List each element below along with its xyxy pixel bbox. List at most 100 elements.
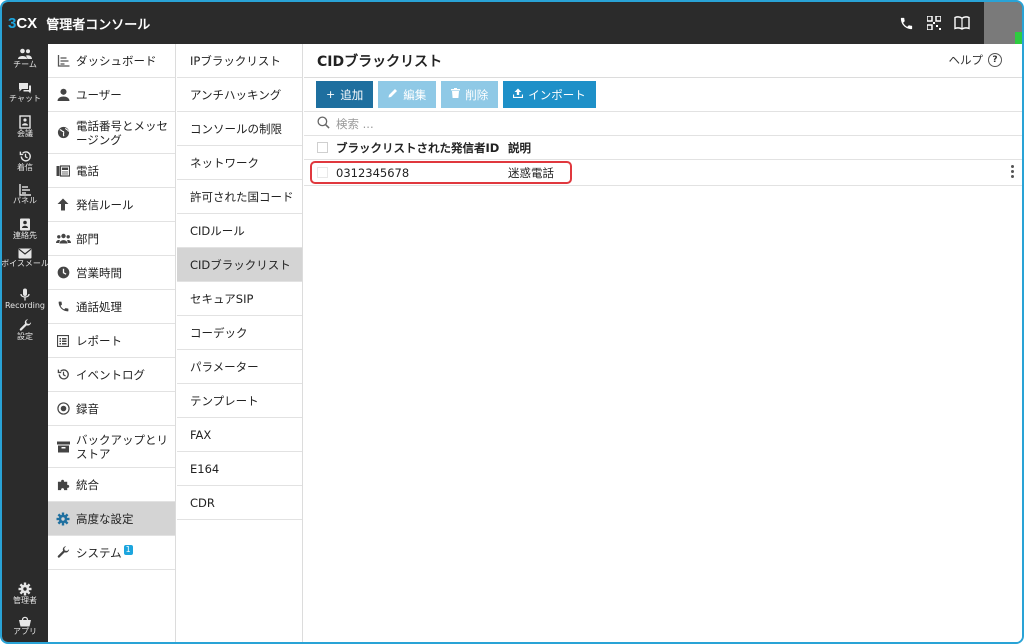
pencil-icon [388,88,398,101]
nav2-item-e164[interactable]: E164 [177,452,302,486]
clock-icon [55,265,71,281]
nav-primary: ダッシュボード ユーザー 電話番号とメッセージング 電話 発信ルール 部門 営業… [48,44,176,642]
nav2-item-allowed-country-codes[interactable]: 許可された国コード [177,180,302,214]
rail-item-voicemail[interactable]: ボイスメール [2,246,49,286]
app-frame: 3CX 管理者コンソール チーム チャット 会議 着信 パネル 連絡先 ボイスメ… [0,0,1024,644]
wrench-icon [19,319,31,331]
table-header: ブラックリストされた発信者ID 説明 [304,136,1022,160]
nav2-item-console-restrictions[interactable]: コンソールの制限 [177,112,302,146]
contacts-icon [20,218,30,231]
status-indicator [1015,32,1022,44]
apps-icon [19,616,31,627]
nav2-item-parameters[interactable]: パラメーター [177,350,302,384]
logo[interactable]: 3CX [8,15,37,32]
upload-icon [513,88,524,101]
microphone-icon [20,288,30,301]
phone-device-icon [55,163,71,179]
rail-item-apps[interactable]: アプリ [2,611,48,642]
record-icon [55,401,71,417]
nav-item-system[interactable]: システム 1 [48,536,175,570]
import-button[interactable]: インポート [503,81,596,108]
nav-item-backup-restore[interactable]: バックアップとリストア [48,426,175,468]
backup-icon [55,439,71,455]
nav-item-advanced[interactable]: 高度な設定 [48,502,175,536]
nav-item-office-hours[interactable]: 営業時間 [48,256,175,290]
top-bar: 3CX 管理者コンソール [2,2,1022,44]
avatar[interactable] [984,2,1022,44]
delete-button[interactable]: 削除 [441,81,499,108]
group-icon [55,231,71,247]
report-icon [55,333,71,349]
select-all-checkbox[interactable] [317,142,328,153]
nav2-item-fax[interactable]: FAX [177,418,302,452]
app-title: 管理者コンソール [46,17,151,33]
nav-item-users[interactable]: ユーザー [48,78,175,112]
wrench-icon [55,545,71,561]
nav2-item-ip-blacklist[interactable]: IPブラックリスト [177,44,302,78]
app-rail: チーム チャット 会議 着信 パネル 連絡先 ボイスメール Recording [2,44,49,642]
search-icon [317,115,330,132]
rail-item-admin[interactable]: 管理者 [2,579,48,611]
nav2-item-secure-sip[interactable]: セキュアSIP [177,282,302,316]
rail-item-team[interactable]: チーム [2,44,48,78]
nav-item-integrations[interactable]: 統合 [48,468,175,502]
column-header-description[interactable]: 説明 [508,140,531,156]
row-menu-icon[interactable] [1011,165,1014,178]
nav2-item-network[interactable]: ネットワーク [177,146,302,180]
rail-item-panel[interactable]: パネル [2,180,48,214]
nav-item-outbound-rules[interactable]: 発信ルール [48,188,175,222]
nav2-item-cdr[interactable]: CDR [177,486,302,520]
puzzle-icon [55,477,71,493]
nav-item-reports[interactable]: レポート [48,324,175,358]
event-log-icon [55,367,71,383]
search-input[interactable] [336,116,636,131]
nav2-item-cid-blacklist[interactable]: CIDブラックリスト [177,248,302,282]
highlight-annotation [310,161,572,184]
nav-item-dashboard[interactable]: ダッシュボード [48,44,175,78]
trash-icon [451,88,461,101]
rail-item-chat[interactable]: チャット [2,78,48,112]
nav2-item-codecs[interactable]: コーデック [177,316,302,350]
chat-icon [19,83,31,94]
rail-item-settings[interactable]: 設定 [2,316,48,350]
voicemail-icon [18,248,32,259]
book-icon[interactable] [948,2,976,44]
nav-item-departments[interactable]: 部門 [48,222,175,256]
nav2-item-templates[interactable]: テンプレート [177,384,302,418]
rail-item-history[interactable]: 着信 [2,146,48,180]
toolbar: + 追加 編集 削除 インポート [304,78,1022,112]
add-button[interactable]: + 追加 [316,81,374,108]
help-link[interactable]: ヘルプ ? [949,52,1002,68]
rail-item-recording[interactable]: Recording [2,286,48,316]
meeting-icon [19,115,31,129]
column-header-caller-id[interactable]: ブラックリストされた発信者ID [336,140,508,156]
rail-bottom: 管理者 アプリ [2,579,48,642]
globe-icon [55,125,71,141]
nav-secondary: IPブラックリスト アンチハッキング コンソールの制限 ネットワーク 許可された… [177,44,303,642]
edit-button[interactable]: 編集 [378,81,437,108]
dashboard-icon [55,53,71,69]
system-update-badge: 1 [123,544,133,555]
plus-icon: + [326,88,336,101]
table-row[interactable]: 0312345678 迷惑電話 [304,160,1022,186]
nav2-item-cid-rules[interactable]: CIDルール [177,214,302,248]
nav-item-phones[interactable]: 電話 [48,154,175,188]
nav-item-event-log[interactable]: イベントログ [48,358,175,392]
call-handling-icon [55,299,71,315]
rail-item-contacts[interactable]: 連絡先 [2,214,48,246]
panel-icon [19,184,31,196]
main-header: CIDブラックリスト ヘルプ ? [304,44,1022,78]
nav-item-numbers-messaging[interactable]: 電話番号とメッセージング [48,112,175,154]
nav2-item-anti-hacking[interactable]: アンチハッキング [177,78,302,112]
rail-item-meeting[interactable]: 会議 [2,112,48,146]
top-icons [892,2,1022,44]
gear-icon [55,511,71,527]
user-icon [55,87,71,103]
page-title: CIDブラックリスト [317,53,443,70]
search-bar [304,112,1022,136]
qr-code-icon[interactable] [920,2,948,44]
nav-item-call-handling[interactable]: 通話処理 [48,290,175,324]
help-icon: ? [988,53,1002,67]
phone-icon[interactable] [892,2,920,44]
nav-item-recordings[interactable]: 録音 [48,392,175,426]
